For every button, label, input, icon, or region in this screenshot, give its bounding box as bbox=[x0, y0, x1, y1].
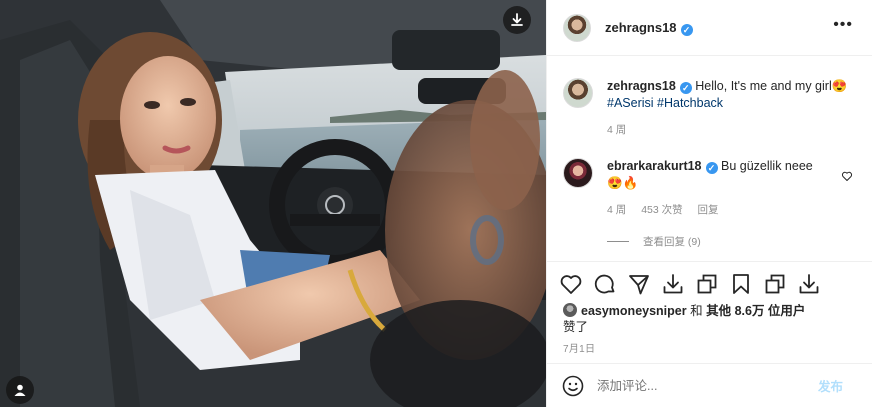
caption-text: zehragns18 ✓ Hello, It's me and my girl😍 … bbox=[607, 78, 853, 112]
caption-meta: 4 周 bbox=[607, 122, 853, 137]
hashtag-link[interactable]: #ASerisi bbox=[607, 96, 654, 110]
caption-time[interactable]: 4 周 bbox=[607, 124, 626, 136]
action-bar bbox=[547, 261, 872, 305]
verified-icon: ✓ bbox=[679, 82, 692, 94]
car-interior-photo bbox=[0, 0, 546, 407]
like-comment-heart-icon[interactable] bbox=[841, 170, 853, 182]
liker-username[interactable]: easymoneysniper bbox=[581, 304, 687, 318]
verified-icon: ✓ bbox=[705, 162, 718, 174]
more-options-icon[interactable]: ••• bbox=[833, 16, 853, 34]
comment-meta: 4 周 453 次赞 回复 bbox=[607, 202, 853, 217]
comment-time[interactable]: 4 周 bbox=[607, 204, 626, 216]
likes-connector: 和 bbox=[690, 304, 703, 318]
post-date[interactable]: 7月1日 bbox=[563, 340, 595, 355]
post-photo[interactable] bbox=[0, 0, 546, 407]
copy-icon[interactable] bbox=[695, 272, 719, 296]
tagged-users-button[interactable] bbox=[6, 376, 34, 404]
post-header: zehragns18 ✓ ••• bbox=[547, 0, 872, 56]
author-username[interactable]: zehragns18 ✓ bbox=[605, 20, 693, 36]
caption-author-avatar[interactable] bbox=[563, 78, 593, 108]
download-icon[interactable] bbox=[661, 272, 685, 296]
bookmark-icon[interactable] bbox=[729, 272, 753, 296]
heart-icon[interactable] bbox=[559, 272, 583, 296]
comment-item: ebrarkarakurt18 ✓ Bu güzellik neee 😍🔥 4 周… bbox=[563, 158, 853, 217]
copy-icon[interactable] bbox=[763, 272, 787, 296]
post-comment-button[interactable]: 发布 bbox=[818, 376, 843, 395]
download-photo-button[interactable] bbox=[503, 6, 531, 34]
post-side-panel: zehragns18 ✓ ••• zehragns18 ✓ Hello, It's … bbox=[546, 0, 872, 407]
view-replies-button[interactable]: 查看回复 (9) bbox=[607, 234, 701, 249]
likes-others[interactable]: 其他 8.6万 位用户 bbox=[706, 304, 805, 318]
caption-body: Hello, It's me and my girl😍 bbox=[695, 79, 848, 93]
likes-summary: easymoneysniper 和 其他 8.6万 位用户 赞了 bbox=[563, 303, 853, 335]
view-replies-label: 查看回复 (9) bbox=[643, 236, 701, 248]
likes-suffix: 赞了 bbox=[563, 320, 589, 334]
share-icon[interactable] bbox=[627, 272, 651, 296]
caption-author-username[interactable]: zehragns18 ✓ bbox=[607, 79, 692, 94]
verified-icon: ✓ bbox=[680, 23, 693, 36]
comment-icon[interactable] bbox=[593, 272, 617, 296]
download-icon[interactable] bbox=[797, 272, 821, 296]
user-tag-icon bbox=[14, 384, 26, 396]
comment-likes-count[interactable]: 453 次赞 bbox=[641, 204, 682, 216]
commenter-username[interactable]: ebrarkarakurt18 ✓ bbox=[607, 159, 718, 174]
download-icon bbox=[511, 13, 523, 26]
add-comment-bar: 发布 bbox=[547, 363, 872, 407]
reply-button[interactable]: 回复 bbox=[698, 204, 719, 216]
emoji-icon[interactable] bbox=[561, 374, 585, 398]
comments-section: zehragns18 ✓ Hello, It's me and my girl😍 … bbox=[547, 56, 872, 261]
comment-text: ebrarkarakurt18 ✓ Bu güzellik neee 😍🔥 bbox=[607, 158, 853, 192]
caption: zehragns18 ✓ Hello, It's me and my girl😍 … bbox=[563, 78, 853, 137]
liker-avatar[interactable] bbox=[563, 303, 577, 317]
comment-input[interactable] bbox=[597, 373, 818, 398]
hashtag-link[interactable]: #Hatchback bbox=[657, 96, 723, 110]
commenter-avatar[interactable] bbox=[563, 158, 593, 188]
author-avatar[interactable] bbox=[563, 13, 591, 42]
replies-divider bbox=[607, 241, 629, 242]
